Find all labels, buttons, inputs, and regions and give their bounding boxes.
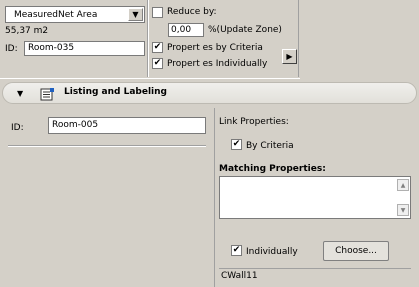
divider [214,108,215,287]
scroll-down-icon[interactable]: ▼ [397,204,409,216]
check-icon: ✔ [232,245,241,255]
right-arrow-icon: ▶ [286,52,293,61]
area-type-dropdown[interactable]: MeasuredNet Area ▼ [5,6,145,23]
link-properties-label: Link Properties: [219,117,289,127]
panel-background [300,0,419,79]
reduce-unit-label: %(Update Zone) [208,25,282,35]
area-type-value: MeasuredNet Area [14,9,98,20]
section-title: Listing and Labeling [64,87,167,97]
listing-icon [40,88,55,101]
individually-checkbox[interactable]: ✔ [231,245,242,256]
individually-label: Individually [246,247,298,257]
reduce-checkbox[interactable] [152,7,163,18]
listing-id-input[interactable]: Room-005 [48,117,206,134]
collapse-triangle-icon[interactable]: ▼ [17,89,23,98]
check-icon: ✔ [153,42,162,52]
matching-properties-label: Matching Properties: [219,164,326,174]
id-label: ID: [5,44,18,54]
chevron-down-icon[interactable]: ▼ [128,8,143,21]
matching-properties-list[interactable]: ▲ ▼ [219,176,411,219]
properties-individually-label: Propert es Individually [167,59,268,69]
status-text: CWall11 [219,268,411,284]
divider [298,0,299,77]
properties-individually-checkbox[interactable]: ✔ [152,58,163,69]
divider [148,0,149,77]
reduce-label: Reduce by: [167,7,217,17]
reduce-input[interactable]: 0,00 [168,23,204,37]
by-criteria-checkbox[interactable]: ✔ [231,139,242,150]
listing-id-label: ID: [11,123,24,133]
check-icon: ✔ [153,58,162,68]
choose-button[interactable]: Choose... [323,241,389,261]
scroll-up-icon[interactable]: ▲ [397,179,409,191]
area-value: 55,37 m2 [5,26,49,36]
id-input[interactable]: Room-035 [24,41,145,56]
properties-by-criteria-label: Propert es by Criteria [167,43,263,53]
check-icon: ✔ [232,139,241,149]
properties-by-criteria-checkbox[interactable]: ✔ [152,42,163,53]
by-criteria-label: By Criteria [246,141,294,151]
divider [8,146,206,147]
properties-arrow-button[interactable]: ▶ [282,49,297,64]
